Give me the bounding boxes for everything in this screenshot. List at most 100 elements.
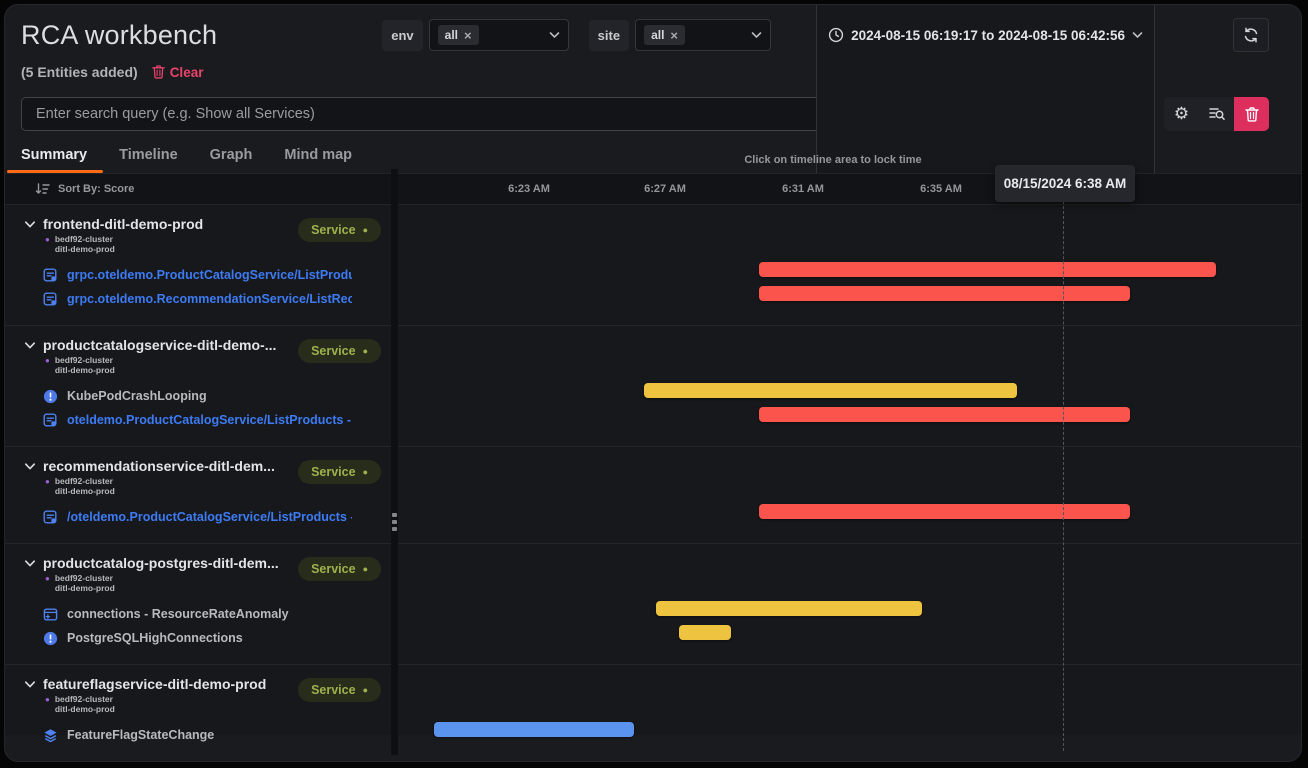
time-cursor-tooltip: 08/15/2024 6:38 AM [995, 165, 1135, 202]
entity-item-label[interactable]: KubePodCrashLooping [67, 389, 207, 403]
time-range-text: 2024-08-15 06:19:17 to 2024-08-15 06:42:… [851, 28, 1125, 43]
entity-name[interactable]: productcatalog-postgres-ditl-dem... [43, 555, 293, 571]
entity-item-label[interactable]: grpc.oteldemo.RecommendationService/List… [67, 292, 352, 306]
time-tick: 6:31 AM [782, 183, 824, 195]
service-badge: Service● [298, 678, 381, 702]
cluster-lines: bedf92-clusterditl-demo-prod [55, 356, 115, 375]
entities-count: (5 Entities added) [21, 64, 138, 80]
layers-icon [43, 728, 58, 743]
collapse-chevron-icon[interactable] [24, 341, 36, 350]
entity-item: oteldemo.ProductCatalogService/ListProdu… [43, 408, 391, 432]
gantt-rows [391, 379, 1301, 427]
gantt-lane-group[interactable] [391, 544, 1301, 664]
remove-env-chip-icon[interactable]: × [464, 29, 472, 42]
clear-button[interactable]: Clear [152, 65, 204, 80]
entity-name[interactable]: recommendationservice-ditl-dem... [43, 458, 293, 474]
remove-site-chip-icon[interactable]: × [670, 29, 678, 42]
collapse-chevron-icon[interactable] [24, 680, 36, 689]
service-badge-label: Service [311, 223, 355, 237]
search-actions: ⚙ [1164, 97, 1234, 131]
refresh-button[interactable] [1233, 18, 1269, 52]
gantt-lane-group[interactable] [391, 447, 1301, 543]
entity-name[interactable]: productcatalogservice-ditl-demo-... [43, 337, 293, 353]
event-bar-yellow[interactable] [679, 625, 731, 640]
event-bar-red[interactable] [759, 407, 1130, 422]
tab-summary[interactable]: Summary [21, 147, 87, 173]
entity-group-left: productcatalog-postgres-ditl-dem...●bedf… [5, 544, 391, 664]
entity-item-label[interactable]: grpc.oteldemo.ProductCatalogService/List… [67, 268, 352, 282]
event-bar-red[interactable] [759, 262, 1216, 277]
entity-items: /oteldemo.ProductCatalogService/ListProd… [43, 505, 391, 529]
entity-item-label[interactable]: oteldemo.ProductCatalogService/ListProdu… [67, 413, 352, 427]
gantt-lane-group[interactable] [391, 326, 1301, 446]
entity-item-label[interactable]: PostgreSQLHighConnections [67, 631, 243, 645]
gantt-rows [391, 718, 1301, 742]
gantt-row [391, 379, 1301, 403]
site-filter-chip[interactable]: all × [644, 25, 685, 45]
entity-group-featureflagservice-ditl-demo-prod: featureflagservice-ditl-demo-prod●bedf92… [5, 664, 1301, 761]
event-bar-yellow[interactable] [656, 601, 922, 616]
tab-mind-map[interactable]: Mind map [284, 147, 352, 173]
sort-by-label: Sort By: Score [58, 183, 134, 195]
service-badge-dot-icon: ● [363, 565, 368, 574]
entity-item: FeatureFlagStateChange [43, 723, 391, 747]
entity-groups: frontend-ditl-demo-prod ● bedf92-clusterdi… [5, 205, 1301, 762]
entity-name[interactable]: frontend-ditl-demo-prod [43, 216, 293, 232]
env-filter-select[interactable]: all × [429, 19, 569, 51]
refresh-icon [1243, 27, 1259, 43]
entity-item-label[interactable]: FeatureFlagStateChange [67, 728, 214, 742]
cluster-lines: bedf92-clusterditl-demo-prod [55, 235, 115, 254]
event-bar-red[interactable] [759, 286, 1130, 301]
event-bar-yellow[interactable] [644, 383, 1017, 398]
tab-timeline[interactable]: Timeline [119, 147, 178, 173]
entity-group-left: productcatalogservice-ditl-demo-...●bedf… [5, 326, 391, 446]
trace-icon [43, 510, 58, 525]
entity-group-productcatalogservice-ditl-demo: productcatalogservice-ditl-demo-...●bedf… [5, 325, 1301, 446]
gantt-row [391, 258, 1301, 282]
env-filter-chip[interactable]: all × [438, 25, 479, 45]
time-axis[interactable]: 6:23 AM6:27 AM6:31 AM6:35 AM [391, 174, 1301, 204]
collapse-chevron-icon[interactable] [24, 220, 36, 229]
entity-items: grpc.oteldemo.ProductCatalogService/List… [43, 263, 391, 311]
gantt-row [391, 500, 1301, 524]
gantt-row [391, 597, 1301, 621]
entity-group-productcatalog-postgres-ditl-dem: productcatalog-postgres-ditl-dem...●bedf… [5, 543, 1301, 664]
trace-icon [43, 268, 58, 283]
list-search-icon [1209, 107, 1225, 121]
trace-icon [43, 292, 58, 307]
pane-resize-handle[interactable] [392, 513, 397, 531]
cluster-dot-icon: ● [45, 695, 50, 714]
settings-button[interactable]: ⚙ [1164, 97, 1199, 131]
rca-workbench-window: RCA workbench env all × site all × [4, 4, 1302, 762]
event-bar-blue[interactable] [434, 722, 634, 737]
chevron-down-icon [549, 31, 560, 39]
entity-item: PostgreSQLHighConnections [43, 626, 391, 650]
collapse-chevron-icon[interactable] [24, 559, 36, 568]
event-bar-red[interactable] [759, 504, 1130, 519]
gantt-lane-group[interactable] [391, 205, 1301, 325]
service-badge-label: Service [311, 683, 355, 697]
service-badge-label: Service [311, 465, 355, 479]
query-list-button[interactable] [1199, 97, 1234, 131]
pane-divider [391, 169, 398, 755]
entity-item-label[interactable]: /oteldemo.ProductCatalogService/ListProd… [67, 510, 352, 524]
gantt-lane-group[interactable] [391, 665, 1301, 761]
site-filter-select[interactable]: all × [635, 19, 771, 51]
cluster-dot-icon: ● [45, 574, 50, 593]
delete-query-button[interactable] [1234, 97, 1269, 131]
entity-name[interactable]: featureflagservice-ditl-demo-prod [43, 676, 293, 692]
sort-by-control[interactable]: Sort By: Score [5, 174, 391, 204]
tab-graph[interactable]: Graph [210, 147, 253, 173]
gantt-row [391, 621, 1301, 645]
header: RCA workbench env all × site all × [5, 5, 1301, 53]
collapse-chevron-icon[interactable] [24, 462, 36, 471]
entity-item: grpc.oteldemo.ProductCatalogService/List… [43, 263, 391, 287]
cluster-dot-icon: ● [45, 235, 50, 254]
entity-group-left: recommendationservice-ditl-dem...●bedf92… [5, 447, 391, 543]
site-filter-label: site [589, 20, 629, 51]
entity-item-label[interactable]: connections - ResourceRateAnomaly [67, 607, 289, 621]
service-badge: Service● [298, 218, 381, 242]
trash-icon [1245, 107, 1259, 122]
env-filter-label: env [382, 20, 422, 51]
trash-icon [152, 65, 165, 79]
